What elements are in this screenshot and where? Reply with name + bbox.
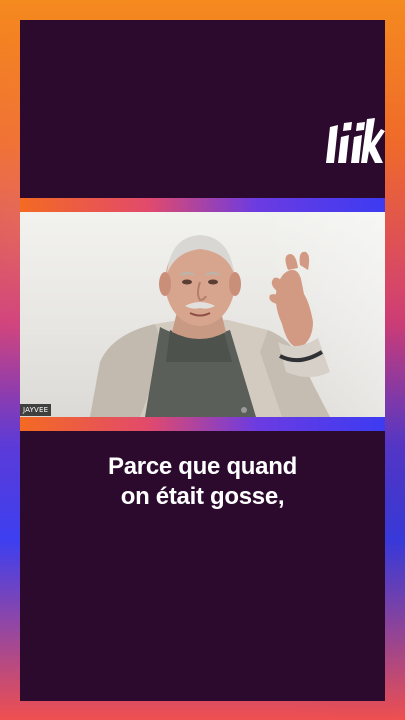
subtitle-line-2: on était gosse, [120,483,285,510]
man-speaking-illustration [90,235,330,417]
top-panel [20,20,385,198]
subtitle-line-1: Parce que quand [108,453,297,480]
participant-name-tag: JAYVEE [20,404,52,416]
video-feed: JAYVEE [20,212,385,417]
video-frame: JAYVEE Parce que quand on était gosse, [0,0,405,720]
subtitle-caption: Parce que quand on était gosse, [20,452,385,512]
liik-logo-icon [326,118,385,163]
bottom-gradient-bar [20,417,385,431]
top-gradient-bar [20,198,385,212]
